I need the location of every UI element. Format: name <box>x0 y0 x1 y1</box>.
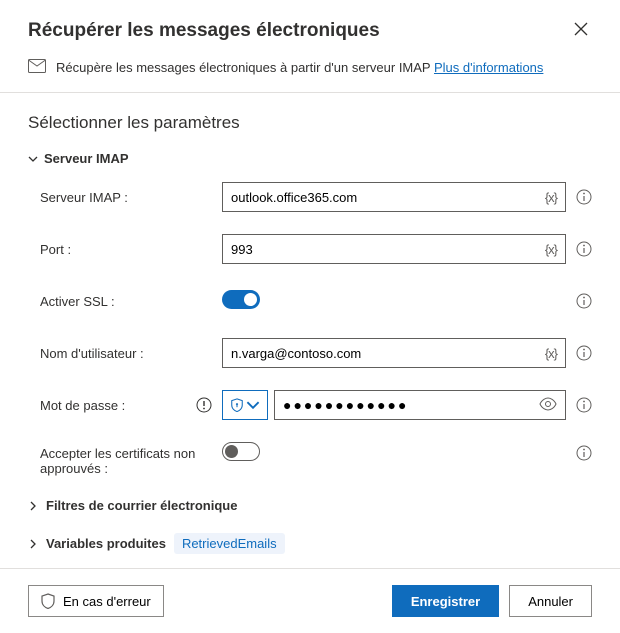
info-button-username[interactable] <box>576 345 592 361</box>
label-password: Mot de passe : <box>40 398 125 413</box>
more-info-link[interactable]: Plus d'informations <box>434 60 543 75</box>
group-produced-label: Variables produites <box>46 536 166 551</box>
variable-token-button[interactable]: {x} <box>545 242 557 257</box>
username-input[interactable] <box>231 339 545 367</box>
label-imap-server: Serveur IMAP : <box>40 190 128 205</box>
input-wrap-server: {x} <box>222 182 566 212</box>
info-bar: Récupère les messages électroniques à pa… <box>0 53 620 93</box>
dialog-footer: En cas d'erreur Enregistrer Annuler <box>0 568 620 633</box>
password-input[interactable] <box>283 397 539 413</box>
reveal-password-button[interactable] <box>539 397 557 414</box>
password-mode-dropdown[interactable] <box>222 390 268 420</box>
info-icon <box>576 241 592 257</box>
info-button-server[interactable] <box>576 189 592 205</box>
label-username: Nom d'utilisateur : <box>40 346 144 361</box>
row-port: Port : {x} <box>28 234 592 264</box>
section-title: Sélectionner les paramètres <box>28 113 592 133</box>
input-wrap-password <box>274 390 566 420</box>
close-button[interactable] <box>570 18 592 43</box>
shield-icon <box>230 398 244 412</box>
row-password: Mot de passe : <box>28 390 592 420</box>
port-input[interactable] <box>231 235 545 263</box>
info-icon <box>576 293 592 309</box>
ssl-toggle[interactable] <box>222 290 260 309</box>
eye-icon <box>539 397 557 411</box>
mail-icon <box>28 59 46 76</box>
group-email-filters[interactable]: Filtres de courrier électronique <box>28 498 592 513</box>
variable-token-button[interactable]: {x} <box>545 346 557 361</box>
info-icon <box>576 345 592 361</box>
save-button[interactable]: Enregistrer <box>392 585 499 617</box>
row-username: Nom d'utilisateur : {x} <box>28 338 592 368</box>
imap-server-input[interactable] <box>231 183 545 211</box>
close-icon <box>574 22 588 36</box>
on-error-button[interactable]: En cas d'erreur <box>28 585 164 617</box>
info-icon <box>576 397 592 413</box>
row-ssl: Activer SSL : <box>28 286 592 316</box>
label-accept-certs: Accepter les certificats non approuvés : <box>40 446 222 476</box>
info-icon <box>576 445 592 461</box>
chevron-down-icon <box>246 398 260 412</box>
group-title-text: Serveur IMAP <box>44 151 129 166</box>
dialog-title: Récupérer les messages électroniques <box>28 20 380 42</box>
label-port: Port : <box>40 242 71 257</box>
dialog-retrieve-emails: Récupérer les messages électroniques Réc… <box>0 0 620 633</box>
info-button-port[interactable] <box>576 241 592 257</box>
chevron-right-icon <box>28 501 38 511</box>
row-imap-server: Serveur IMAP : {x} <box>28 182 592 212</box>
on-error-label: En cas d'erreur <box>63 594 151 609</box>
label-ssl: Activer SSL : <box>40 294 115 309</box>
group-imap-header[interactable]: Serveur IMAP <box>28 151 592 166</box>
warning-icon[interactable] <box>196 397 212 413</box>
cancel-button[interactable]: Annuler <box>509 585 592 617</box>
chevron-down-icon <box>28 154 38 164</box>
info-button-ssl[interactable] <box>576 293 592 309</box>
row-accept-certs: Accepter les certificats non approuvés : <box>28 442 592 476</box>
input-wrap-username: {x} <box>222 338 566 368</box>
accept-certs-toggle[interactable] <box>222 442 260 461</box>
variable-token-button[interactable]: {x} <box>545 190 557 205</box>
dialog-header: Récupérer les messages électroniques <box>0 0 620 53</box>
dialog-content: Sélectionner les paramètres Serveur IMAP… <box>0 93 620 568</box>
info-text: Récupère les messages électroniques à pa… <box>56 60 543 75</box>
group-variables-produced[interactable]: Variables produites RetrievedEmails <box>28 533 592 554</box>
produced-variable-chip[interactable]: RetrievedEmails <box>174 533 285 554</box>
info-button-password[interactable] <box>576 397 592 413</box>
chevron-right-icon <box>28 539 38 549</box>
input-wrap-port: {x} <box>222 234 566 264</box>
info-button-certs[interactable] <box>576 445 592 461</box>
info-icon <box>576 189 592 205</box>
group-filters-label: Filtres de courrier électronique <box>46 498 237 513</box>
shield-outline-icon <box>41 593 55 609</box>
